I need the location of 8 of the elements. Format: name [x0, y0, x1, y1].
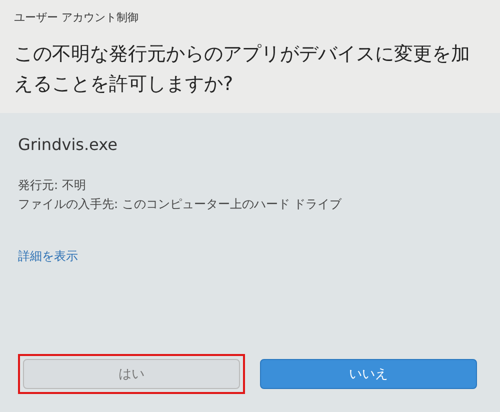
app-name: Grindvis.exe — [18, 135, 118, 154]
detail-text: 発行元: 不明 — [18, 177, 87, 194]
question-text: この不明な発行元からのアプリがデバイスに変更を加えることを許可しますか? — [14, 42, 471, 97]
window-title: ユーザー アカウント制御 — [14, 10, 140, 25]
yes-button[interactable]: はい — [23, 359, 240, 389]
no-button[interactable]: いいえ — [260, 359, 477, 389]
detail-text: ファイルの入手先: このコンピューター上のハード ドライブ — [18, 196, 343, 213]
show-details-link[interactable]: 詳細を表示 — [18, 248, 78, 265]
